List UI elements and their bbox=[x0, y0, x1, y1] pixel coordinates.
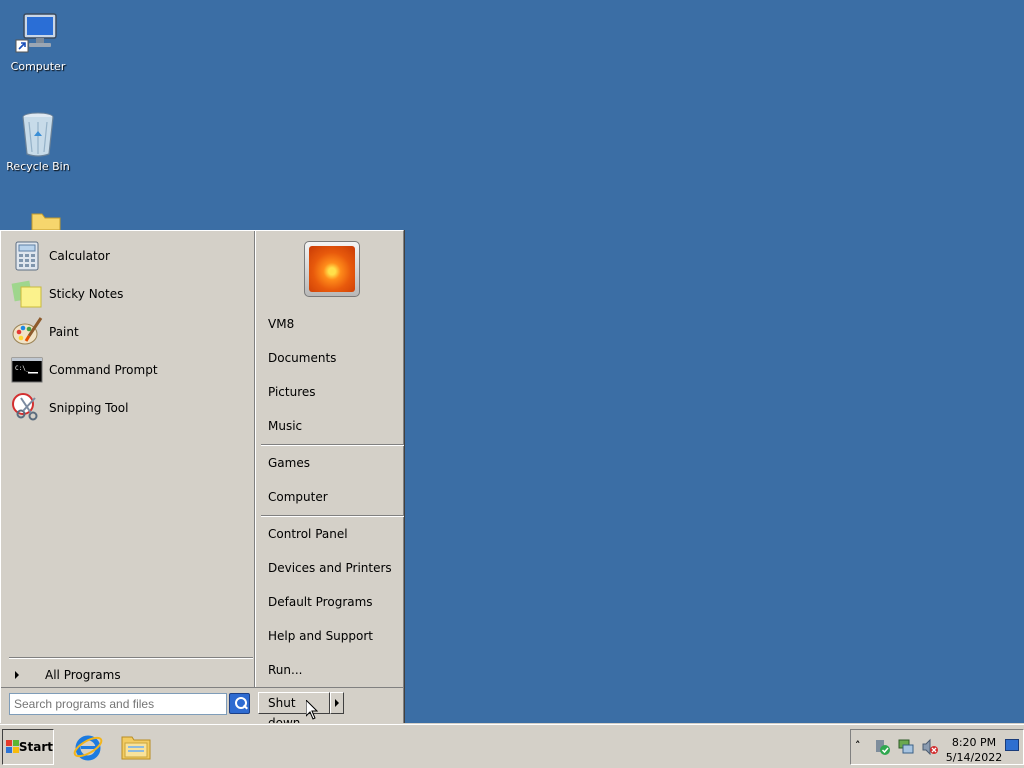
places-item-default-programs[interactable]: Default Programs bbox=[268, 592, 402, 612]
desktop-icon-label: Recycle Bin bbox=[6, 160, 70, 173]
start-menu-places-pane: VM8 Documents Pictures Music Games Compu… bbox=[255, 231, 404, 687]
program-item-command-prompt[interactable]: C:\_ Command Prompt bbox=[11, 353, 251, 387]
recycle-bin-icon bbox=[14, 110, 62, 158]
windows-logo-icon bbox=[6, 740, 19, 754]
system-tray: ˄ 8:20 PM 5/14/2022 bbox=[850, 729, 1024, 765]
show-desktop-button[interactable] bbox=[1005, 739, 1019, 751]
separator bbox=[9, 657, 253, 659]
program-item-label: Sticky Notes bbox=[49, 287, 124, 301]
separator bbox=[261, 444, 404, 446]
internet-explorer-icon[interactable] bbox=[72, 731, 104, 763]
places-item-help-and-support[interactable]: Help and Support bbox=[268, 626, 402, 646]
command-prompt-icon: C:\_ bbox=[11, 354, 43, 386]
start-menu-bottom-bar: Shut down bbox=[1, 687, 403, 730]
show-hidden-icons-icon[interactable]: ˄ bbox=[855, 739, 861, 752]
sticky-notes-icon bbox=[11, 278, 43, 310]
search-icon[interactable] bbox=[229, 693, 250, 714]
places-item-pictures[interactable]: Pictures bbox=[268, 382, 402, 402]
clock[interactable]: 8:20 PM 5/14/2022 bbox=[945, 735, 1003, 765]
all-programs-label: All Programs bbox=[45, 668, 121, 682]
search-input[interactable] bbox=[9, 693, 227, 715]
start-button[interactable]: Start bbox=[2, 729, 54, 765]
desktop-icon-computer[interactable]: Computer bbox=[0, 10, 76, 73]
start-menu: Calculator Sticky Notes Paint C:\_ Comma… bbox=[0, 230, 404, 730]
places-item-devices-and-printers[interactable]: Devices and Printers bbox=[268, 558, 402, 578]
places-item-computer[interactable]: Computer bbox=[268, 487, 402, 507]
program-item-label: Command Prompt bbox=[49, 363, 158, 377]
action-center-icon[interactable] bbox=[873, 738, 891, 756]
computer-icon bbox=[14, 10, 62, 58]
user-picture[interactable] bbox=[304, 241, 360, 297]
places-item-games[interactable]: Games bbox=[268, 453, 402, 473]
program-item-label: Snipping Tool bbox=[49, 401, 129, 415]
volume-muted-icon[interactable] bbox=[921, 738, 939, 756]
places-item-music[interactable]: Music bbox=[268, 416, 402, 436]
program-item-calculator[interactable]: Calculator bbox=[11, 239, 251, 273]
shutdown-button[interactable]: Shut down bbox=[258, 692, 330, 730]
program-item-sticky-notes[interactable]: Sticky Notes bbox=[11, 277, 251, 311]
flower-avatar-icon bbox=[309, 246, 355, 292]
program-item-label: Paint bbox=[49, 325, 79, 339]
arrow-right-icon bbox=[15, 671, 19, 679]
mouse-cursor-icon bbox=[305, 698, 319, 720]
paint-icon bbox=[11, 316, 43, 348]
windows-explorer-icon[interactable] bbox=[120, 731, 152, 763]
taskbar: Start ˄ 8:20 PM 5/14/2022 bbox=[0, 724, 1024, 768]
all-programs-button[interactable]: All Programs bbox=[13, 665, 249, 685]
desktop-icon-recycle-bin[interactable]: Recycle Bin bbox=[0, 110, 76, 173]
separator bbox=[261, 515, 404, 517]
start-button-label: Start bbox=[18, 740, 53, 754]
desktop-icon-label: Computer bbox=[10, 60, 66, 73]
start-menu-programs-pane: Calculator Sticky Notes Paint C:\_ Comma… bbox=[3, 233, 254, 687]
shutdown-options-button[interactable] bbox=[330, 692, 344, 714]
svg-text:C:\_: C:\_ bbox=[15, 365, 30, 372]
clock-date: 5/14/2022 bbox=[945, 751, 1003, 764]
places-item-user[interactable]: VM8 bbox=[268, 314, 402, 334]
program-item-paint[interactable]: Paint bbox=[11, 315, 251, 349]
network-icon[interactable] bbox=[897, 738, 915, 756]
places-item-control-panel[interactable]: Control Panel bbox=[268, 524, 402, 544]
calculator-icon bbox=[11, 240, 43, 272]
snipping-tool-icon bbox=[11, 392, 43, 424]
places-item-documents[interactable]: Documents bbox=[268, 348, 402, 368]
program-item-snipping-tool[interactable]: Snipping Tool bbox=[11, 391, 251, 425]
clock-time: 8:20 PM bbox=[951, 736, 997, 749]
program-item-label: Calculator bbox=[49, 249, 110, 263]
places-item-run[interactable]: Run... bbox=[268, 660, 402, 680]
